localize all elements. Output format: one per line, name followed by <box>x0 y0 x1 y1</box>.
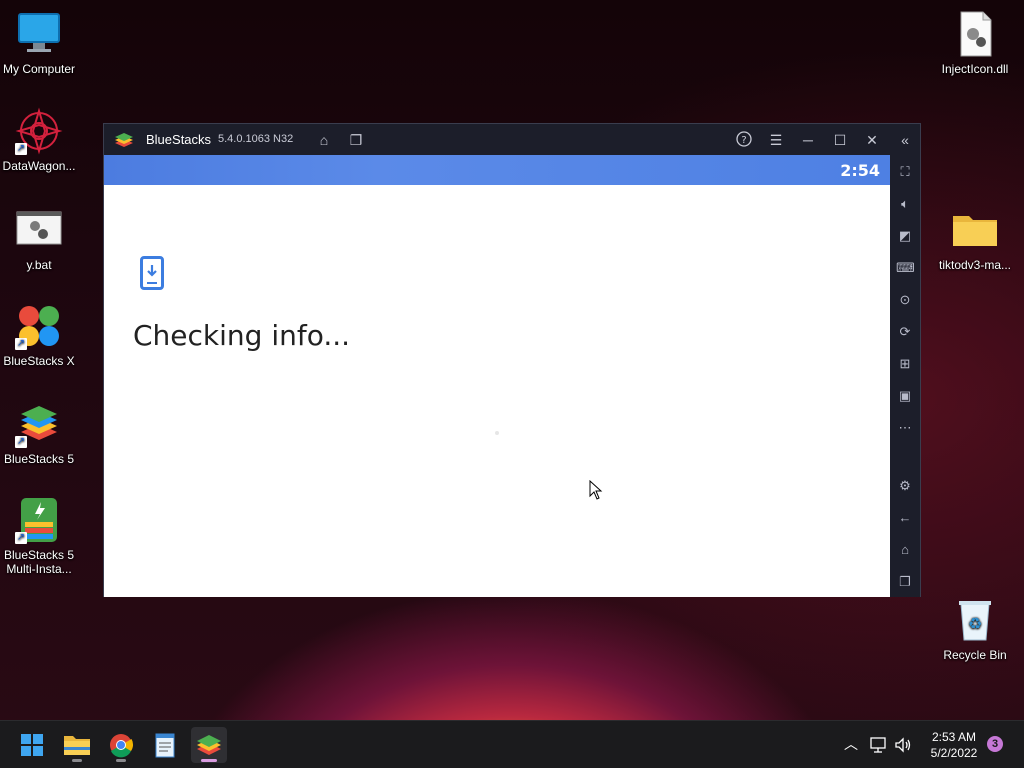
bluestacks-multi-instance-icon: ↗ <box>15 496 63 544</box>
android-screen[interactable]: 2:54 Checking info... <box>104 155 890 597</box>
maximize-icon[interactable]: ☐ <box>831 131 849 149</box>
bluestacks-window: BlueStacks 5.4.0.1063 N32 ⌂ ❐ ? ☰ ─ ☐ ✕ … <box>103 123 921 597</box>
volume-icon[interactable]: 🔈︎ <box>896 195 914 213</box>
bluestacks-logo-icon <box>114 130 134 150</box>
desktop-icon-label: Multi-Insta... <box>6 562 72 576</box>
gamepad-icon[interactable]: ⊞ <box>896 355 914 373</box>
file-explorer-icon <box>64 736 90 755</box>
pointer-icon[interactable]: ◩ <box>896 227 914 245</box>
taskbar-bluestacks[interactable] <box>191 727 227 763</box>
shortcut-arrow-icon: ↗ <box>15 436 27 448</box>
taskbar-notepad[interactable] <box>147 727 183 763</box>
taskbar-file-explorer[interactable] <box>59 727 95 763</box>
close-icon[interactable]: ✕ <box>863 131 881 149</box>
desktop-icon-label: My Computer <box>2 62 76 76</box>
multi-instance-icon[interactable]: ❐ <box>347 131 365 149</box>
settings-icon[interactable]: ⚙ <box>896 477 914 495</box>
bluestacks-sidebar: ⛶ 🔈︎ ◩ ⌨ ⊙ ⟳ ⊞ ▣ ⋯ ⚙ ← ⌂ ❐ <box>890 155 920 597</box>
desktop-icon-bluestacks-multi-instance[interactable]: ↗ BlueStacks 5 Multi-Insta... <box>1 496 77 576</box>
more-icon[interactable]: ⋯ <box>896 419 914 437</box>
start-button[interactable] <box>14 727 50 763</box>
svg-text:?: ? <box>741 135 746 146</box>
show-hidden-icons-chevron-icon[interactable]: ︿ <box>842 734 860 754</box>
recycle-bin-icon: ♻ <box>951 596 999 644</box>
batch-file-icon <box>15 206 63 254</box>
window-title: BlueStacks <box>146 132 212 147</box>
keyboard-icon[interactable]: ⌨ <box>896 259 915 277</box>
mouse-cursor-icon <box>589 479 603 500</box>
checking-info-text: Checking info... <box>133 319 351 352</box>
taskbar: ︿ 2:53 AM 5/2/2022 <box>0 720 1024 768</box>
notepad-icon <box>155 733 175 758</box>
clock-time: 2:53 AM <box>931 730 977 744</box>
desktop-icon-datawagon[interactable]: ↗ DataWagon... <box>1 107 77 173</box>
desktop-icon-ybat[interactable]: y.bat <box>1 206 77 272</box>
collapse-sidebar-icon[interactable]: « <box>896 131 914 149</box>
running-indicator <box>72 759 82 762</box>
start-icon <box>21 734 43 756</box>
shortcut-arrow-icon: ↗ <box>15 532 27 544</box>
recent-apps-icon[interactable]: ❐ <box>896 573 914 591</box>
desktop-icon-label: DataWagon... <box>2 159 76 173</box>
loading-spinner <box>495 431 499 435</box>
desktop-icon-injecticon[interactable]: InjectIcon.dll <box>937 10 1013 76</box>
shortcut-arrow-icon: ↗ <box>15 338 27 350</box>
svg-text:♻: ♻ <box>968 614 982 633</box>
clock-date: 5/2/2022 <box>930 746 978 760</box>
monitor-icon <box>15 10 63 58</box>
running-indicator <box>116 759 126 762</box>
status-time: 2:54 <box>840 161 880 180</box>
minimize-icon[interactable]: ─ <box>799 131 817 149</box>
shortcut-arrow-icon: ↗ <box>15 143 27 155</box>
desktop-icon-label: BlueStacks X <box>3 354 75 368</box>
apk-icon[interactable]: ▣ <box>896 387 914 405</box>
desktop-icon-tiktod-folder[interactable]: tiktodv3-ma... <box>937 206 1013 272</box>
dll-file-icon <box>951 10 999 58</box>
fullscreen-icon[interactable]: ⛶ <box>896 163 914 181</box>
taskbar-chrome[interactable] <box>103 727 139 763</box>
desktop-icon-my-computer[interactable]: My Computer <box>1 10 77 76</box>
desktop-icon-label: InjectIcon.dll <box>941 62 1009 76</box>
desktop-icon-label: BlueStacks 5 <box>3 452 75 466</box>
bluestacks-x-icon: ↗ <box>15 302 63 350</box>
desktop-icon-label: Recycle Bin <box>943 648 1007 662</box>
desktop-icon-label: BlueStacks 5 <box>3 548 75 562</box>
window-titlebar[interactable]: BlueStacks 5.4.0.1063 N32 ⌂ ❐ ? ☰ ─ ☐ ✕ … <box>104 124 920 155</box>
desktop-icon-label: tiktodv3-ma... <box>938 258 1012 272</box>
desktop-icon-recycle-bin[interactable]: ♻ Recycle Bin <box>937 596 1013 662</box>
desktop-icon-bluestacks-5[interactable]: ↗ BlueStacks 5 <box>1 400 77 466</box>
android-home-icon[interactable]: ⌂ <box>896 541 914 559</box>
volume-tray-icon[interactable] <box>893 735 913 755</box>
desktop-icon-label: y.bat <box>26 258 52 272</box>
phone-download-icon <box>140 256 164 290</box>
desktop-icon-bluestacks-x[interactable]: ↗ BlueStacks X <box>1 302 77 368</box>
chrome-icon <box>110 734 134 758</box>
notification-badge[interactable]: 3 <box>987 736 1003 752</box>
menu-icon[interactable]: ☰ <box>767 131 785 149</box>
network-icon[interactable] <box>869 735 889 755</box>
window-version: 5.4.0.1063 N32 <box>218 133 294 145</box>
datawagon-icon: ↗ <box>15 107 63 155</box>
home-icon[interactable]: ⌂ <box>315 131 333 149</box>
back-icon[interactable]: ← <box>896 509 914 527</box>
taskbar-clock[interactable]: 2:53 AM 5/2/2022 <box>920 729 988 761</box>
macro-icon[interactable]: ⊙ <box>896 291 914 309</box>
bluestacks-icon <box>197 735 221 755</box>
bluestacks-5-icon: ↗ <box>15 400 63 448</box>
help-icon[interactable]: ? <box>735 131 753 149</box>
active-indicator <box>201 759 217 762</box>
android-status-bar: 2:54 <box>104 155 890 185</box>
rotate-icon[interactable]: ⟳ <box>896 323 914 341</box>
folder-icon <box>951 206 999 254</box>
